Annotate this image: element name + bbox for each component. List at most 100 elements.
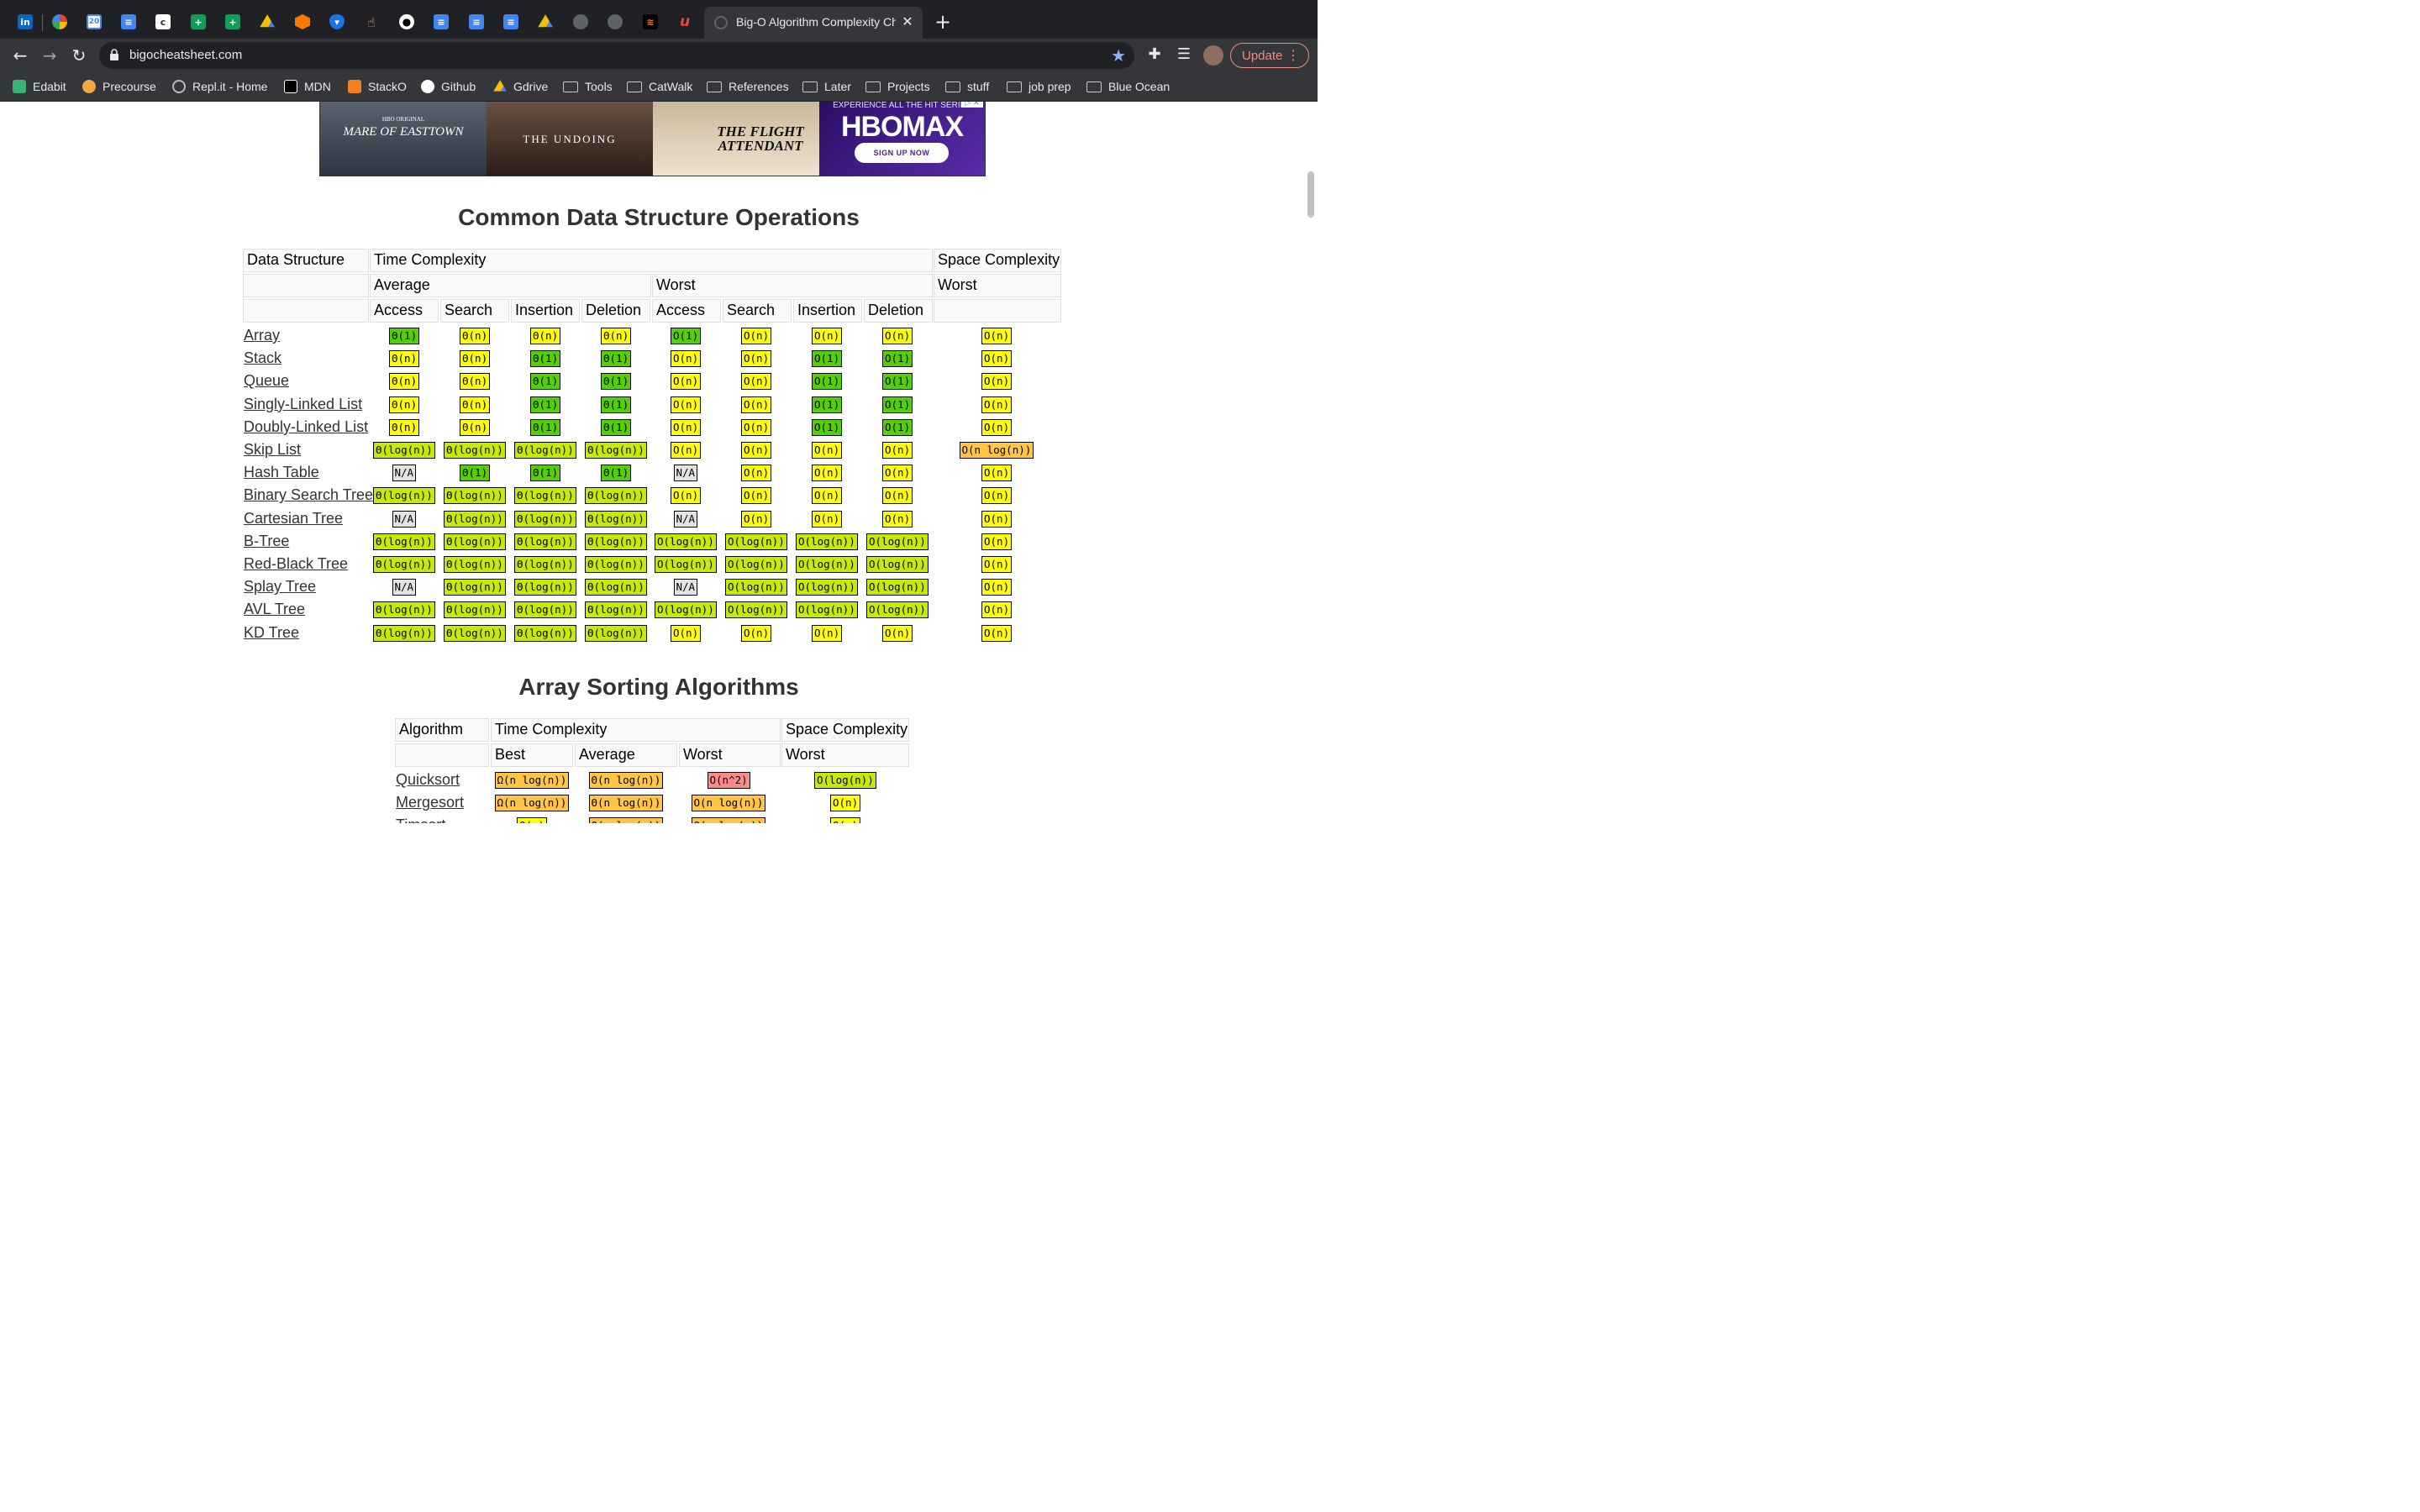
tab-calendar[interactable]: 20 — [79, 8, 109, 35]
complexity-badge: O(1) — [812, 350, 843, 368]
complexity-badge: O(n) — [741, 624, 772, 642]
bookmark-mdn[interactable]: MDN — [284, 79, 331, 94]
ds-row-link[interactable]: Skip List — [244, 441, 301, 459]
avatar[interactable] — [1203, 45, 1223, 66]
ds-row-link[interactable]: Singly-Linked List — [244, 396, 362, 413]
tab-pinned-9[interactable] — [287, 8, 318, 35]
ad-panel-mare: HBO ORIGINAL MARE OF EASTTOWN — [320, 102, 487, 176]
complexity-badge: Θ(log(n)) — [444, 510, 506, 528]
ad-close-icon[interactable]: ▷ ✕ — [961, 102, 983, 108]
ds-row-link[interactable]: Doubly-Linked List — [244, 418, 368, 436]
ds-row-link[interactable]: Hash Table — [244, 464, 319, 481]
reload-button[interactable]: ↻ — [67, 44, 91, 67]
ds-row-link[interactable]: Queue — [244, 372, 289, 390]
tab-drive-2[interactable] — [530, 8, 560, 35]
complexity-badge: O(n) — [981, 556, 1013, 573]
complexity-badge: Θ(log(n)) — [585, 510, 647, 528]
ds-row-link[interactable]: Red-Black Tree — [244, 555, 348, 573]
forward-button[interactable]: → — [38, 44, 61, 67]
bookmark-folder-blue-ocean[interactable]: Blue Ocean — [1086, 79, 1170, 94]
complexity-badge: Θ(log(n)) — [444, 624, 506, 642]
complexity-badge: Θ(n) — [460, 350, 491, 368]
ds-row-link[interactable]: Splay Tree — [244, 578, 316, 596]
tab-pinned-17[interactable] — [566, 8, 596, 35]
bookmark-folder-projects[interactable]: Projects — [865, 79, 930, 94]
bookmark-edabit[interactable]: Edabit — [13, 79, 66, 94]
bookmark-precourse[interactable]: Precourse — [82, 79, 156, 94]
folder-icon — [707, 81, 722, 92]
hand-icon: ☝ — [367, 13, 376, 30]
sort-row-link[interactable]: Timsort — [396, 816, 445, 823]
bookmark-folder-references[interactable]: References — [707, 79, 789, 94]
bookmark-label: References — [729, 80, 789, 93]
complexity-badge: O(n) — [741, 465, 772, 482]
tab-pinned-20[interactable]: u — [670, 8, 700, 35]
ds-header-op: Deletion — [581, 299, 650, 323]
update-button[interactable]: Update ⋮ — [1230, 43, 1309, 68]
complexity-badge: O(log(n)) — [796, 601, 858, 619]
tab-drive-1[interactable] — [252, 8, 282, 35]
ad-panel-undoing: THE UNDOING — [487, 102, 653, 176]
tab-sheets-1[interactable]: + — [183, 8, 213, 35]
tab-active[interactable]: Big-O Algorithm Complexity Cheat Sheet ✕ — [704, 7, 923, 39]
back-button[interactable]: ← — [8, 44, 32, 67]
extensions-icon[interactable]: ✚ — [1144, 45, 1165, 63]
bookmark-folder-catwalk[interactable]: CatWalk — [627, 79, 692, 94]
toolbar: ← → ↻ bigocheatsheet.com ★ ✚ ☰ Update ⋮ — [0, 39, 1318, 72]
ds-row-link[interactable]: Array — [244, 327, 280, 344]
bookmark-folder-tools[interactable]: Tools — [563, 79, 613, 94]
tab-sheets-2[interactable]: + — [218, 8, 248, 35]
tab-pinned-2[interactable] — [45, 8, 75, 35]
sort-row-link[interactable]: Quicksort — [396, 771, 460, 789]
tab-docs-3[interactable]: ≡ — [461, 8, 492, 35]
complexity-badge: Θ(log(n)) — [514, 533, 576, 550]
more-menu-icon: ⋮ — [1286, 47, 1300, 63]
complexity-badge: Θ(log(n)) — [373, 487, 435, 505]
tab-github[interactable]: ● — [392, 8, 422, 35]
reading-list-icon[interactable]: ☰ — [1174, 45, 1194, 63]
bookmark-star-icon[interactable]: ★ — [1111, 45, 1126, 66]
complexity-badge: O(n) — [812, 465, 843, 482]
tab-pinned-11[interactable]: ☝ — [356, 8, 387, 35]
sort-header-space: Space Complexity — [781, 718, 909, 742]
bookmark-stacko[interactable]: StackO — [348, 79, 407, 94]
bookmark-label: Later — [824, 80, 851, 93]
bookmark-folder-stuff[interactable]: stuff — [945, 79, 989, 94]
ds-header-empty — [934, 299, 1061, 323]
bookmark-folder-later[interactable]: Later — [802, 79, 851, 94]
complexity-badge: Θ(log(n)) — [373, 533, 435, 550]
tab-pinned-19[interactable]: ≋ — [635, 8, 666, 35]
address-bar[interactable]: bigocheatsheet.com ★ — [99, 42, 1134, 69]
ds-row-link[interactable]: B-Tree — [244, 533, 289, 550]
ds-row-link[interactable]: KD Tree — [244, 624, 299, 642]
ds-row-link[interactable]: Cartesian Tree — [244, 510, 343, 528]
ad-signup-button[interactable]: SIGN UP NOW — [855, 143, 949, 163]
complexity-badge: Θ(1) — [389, 328, 420, 344]
ad-banner[interactable]: HBO ORIGINAL MARE OF EASTTOWN THE UNDOIN… — [319, 102, 986, 176]
tab-docs-2[interactable]: ≡ — [426, 8, 456, 35]
ad-hbo-label: HBO ORIGINAL — [381, 116, 425, 123]
new-tab-button[interactable]: + — [933, 10, 953, 34]
complexity-badge: Ω(n log(n)) — [494, 772, 570, 789]
ds-row-link[interactable]: Binary Search Tree — [244, 486, 373, 504]
ds-header-op: Deletion — [864, 299, 933, 323]
stackoverflow-icon — [348, 80, 361, 93]
tab-pinned-18[interactable] — [600, 8, 630, 35]
bookmark-github[interactable]: Github — [421, 79, 476, 94]
tab-docs-4[interactable]: ≡ — [496, 8, 526, 35]
complexity-badge: O(n) — [981, 328, 1013, 344]
ds-row-link[interactable]: Stack — [244, 349, 281, 367]
bookmark-replit[interactable]: Repl.it - Home — [172, 79, 267, 94]
close-icon[interactable]: ✕ — [899, 13, 916, 29]
bookmark-folder-job-prep[interactable]: job prep — [1007, 79, 1071, 94]
ds-row-link[interactable]: AVL Tree — [244, 601, 305, 618]
tab-docs-1[interactable]: ≡ — [113, 8, 144, 35]
bookmark-gdrive[interactable]: Gdrive — [493, 79, 548, 94]
tab-pinned-10[interactable]: ▾ — [322, 8, 352, 35]
app-icon — [52, 14, 67, 29]
complexity-badge: Θ(1) — [460, 465, 491, 482]
sort-row-link[interactable]: Mergesort — [396, 794, 464, 811]
tab-linkedin[interactable]: in — [10, 8, 40, 35]
tab-pinned-5[interactable]: c — [148, 8, 178, 35]
drive-icon — [493, 80, 507, 92]
